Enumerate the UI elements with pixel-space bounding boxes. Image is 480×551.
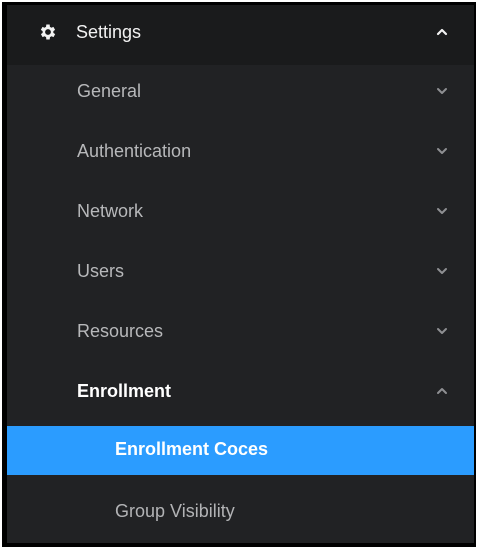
sidebar-subitem-enrollment-codes[interactable]: Enrollment Coces bbox=[7, 426, 474, 475]
screenshot-border: Settings General Authentication Network bbox=[2, 2, 476, 547]
chevron-down-icon bbox=[437, 328, 447, 334]
chevron-down-icon bbox=[437, 88, 447, 94]
sidebar-item-label: General bbox=[77, 81, 142, 101]
chevron-down-icon bbox=[437, 208, 447, 214]
sidebar-item-enrollment[interactable]: Enrollment bbox=[7, 361, 474, 421]
gear-icon bbox=[40, 24, 56, 40]
chevron-down-icon bbox=[437, 148, 447, 154]
sidebar-item-resources[interactable]: Resources bbox=[7, 301, 474, 361]
sidebar-item-label: Users bbox=[77, 261, 125, 281]
sidebar-item-general[interactable]: General bbox=[7, 61, 474, 121]
sidebar-item-network[interactable]: Network bbox=[7, 181, 474, 241]
sidebar-subitem-group-visibility[interactable]: Group Visibility bbox=[7, 481, 474, 541]
settings-section-header[interactable]: Settings bbox=[7, 5, 474, 65]
sidebar-item-users[interactable]: Users bbox=[7, 241, 474, 301]
sidebar-subitem-label: Enrollment Coces bbox=[115, 439, 269, 459]
settings-section-label: Settings bbox=[76, 22, 142, 42]
sidebar-item-label: Enrollment bbox=[77, 381, 172, 401]
chevron-up-icon bbox=[436, 28, 448, 36]
settings-nav-panel: Settings General Authentication Network bbox=[7, 5, 474, 543]
chevron-down-icon bbox=[437, 268, 447, 274]
sidebar-item-label: Network bbox=[77, 201, 144, 221]
sidebar-item-label: Authentication bbox=[77, 141, 192, 161]
sidebar-subitem-label: Group Visibility bbox=[115, 501, 235, 521]
sidebar-item-authentication[interactable]: Authentication bbox=[7, 121, 474, 181]
sidebar-item-label: Resources bbox=[77, 321, 164, 341]
chevron-up-icon bbox=[437, 388, 447, 394]
